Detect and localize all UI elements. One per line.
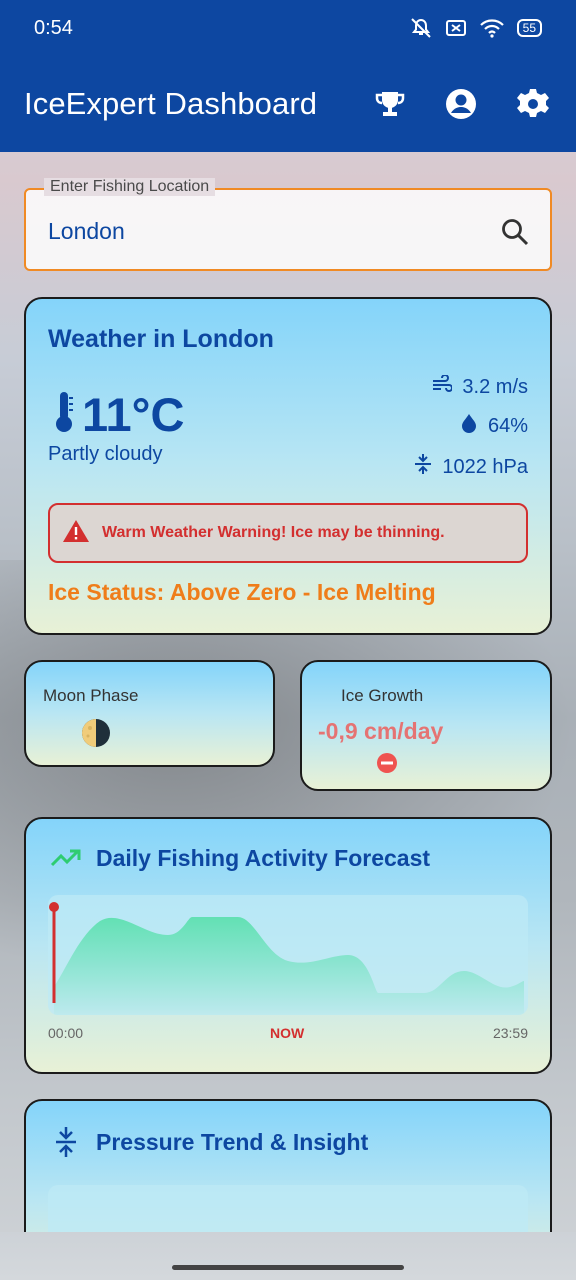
bottom-navigation-area <box>0 1232 576 1280</box>
water-drop-icon <box>460 413 478 439</box>
settings-icon[interactable] <box>516 87 550 121</box>
battery-icon: 55 <box>516 19 542 37</box>
thermometer-icon <box>52 390 76 439</box>
activity-chart-svg <box>49 902 524 1015</box>
temperature-value: 11°C <box>82 388 185 441</box>
pressure-value: 1022 hPa <box>442 455 528 478</box>
pressure-metric: 1022 hPa <box>414 453 528 481</box>
warning-icon <box>62 519 90 548</box>
temperature-row: 11°C <box>52 387 184 442</box>
humidity-value: 64% <box>487 414 528 437</box>
search-icon[interactable] <box>500 217 530 252</box>
fishing-forecast-card: Daily Fishing Activity Forecast 00:00 NO… <box>24 817 552 1074</box>
search-label: Enter Fishing Location <box>44 178 216 196</box>
wifi-icon <box>479 18 505 38</box>
weather-condition: Partly cloudy <box>48 443 163 465</box>
weather-metrics: 3.2 m/s 64% 1022 hPa <box>414 374 528 481</box>
status-icons: 55 <box>409 17 542 39</box>
forecast-title: Daily Fishing Activity Forecast <box>96 845 431 871</box>
moon-phase-card: Moon Phase <box>24 660 275 767</box>
axis-start-label: 00:00 <box>48 1025 84 1041</box>
app-bar: IceExpert Dashboard <box>0 56 576 152</box>
home-indicator[interactable] <box>172 1265 404 1270</box>
axis-end-label: 23:59 <box>492 1025 528 1041</box>
pressure-icon <box>54 1125 78 1164</box>
wind-metric: 3.2 m/s <box>432 374 528 399</box>
activity-area <box>54 917 524 1015</box>
ice-growth-card: Ice Growth -0,9 cm/day <box>300 660 552 791</box>
search-input[interactable]: London <box>48 218 125 245</box>
mute-icon <box>409 17 433 39</box>
activity-chart <box>48 895 528 1015</box>
ice-growth-label: Ice Growth <box>341 686 424 705</box>
warm-weather-warning: Warm Weather Warning! Ice may be thinnin… <box>48 503 528 563</box>
weather-card: Weather in London 11°C Partly cloudy 3.2… <box>24 297 552 635</box>
trending-up-icon <box>50 845 82 874</box>
account-icon[interactable] <box>444 87 478 121</box>
status-bar: 0:54 55 <box>0 0 576 56</box>
app-title: IceExpert Dashboard <box>24 86 318 121</box>
moon-phase-icon <box>81 718 111 753</box>
wind-value: 3.2 m/s <box>462 375 528 398</box>
ice-status: Ice Status: Above Zero - Ice Melting <box>48 579 436 605</box>
status-time: 0:54 <box>34 16 73 39</box>
moon-phase-label: Moon Phase <box>43 686 139 705</box>
trophy-icon[interactable] <box>374 89 406 119</box>
pressure-trend-title: Pressure Trend & Insight <box>96 1129 369 1155</box>
weather-title: Weather in London <box>48 325 274 353</box>
warning-text: Warm Weather Warning! Ice may be thinnin… <box>102 524 445 541</box>
axis-now-label: NOW <box>270 1025 305 1041</box>
pressure-icon <box>414 453 432 481</box>
humidity-metric: 64% <box>460 413 528 439</box>
minus-circle-icon <box>376 752 398 779</box>
no-sim-icon <box>445 18 467 38</box>
app-actions <box>374 87 550 121</box>
location-search-field[interactable]: Enter Fishing Location London <box>24 178 552 271</box>
now-marker-dot <box>49 902 59 912</box>
wind-icon <box>432 374 454 399</box>
ice-growth-value: -0,9 cm/day <box>318 718 444 744</box>
